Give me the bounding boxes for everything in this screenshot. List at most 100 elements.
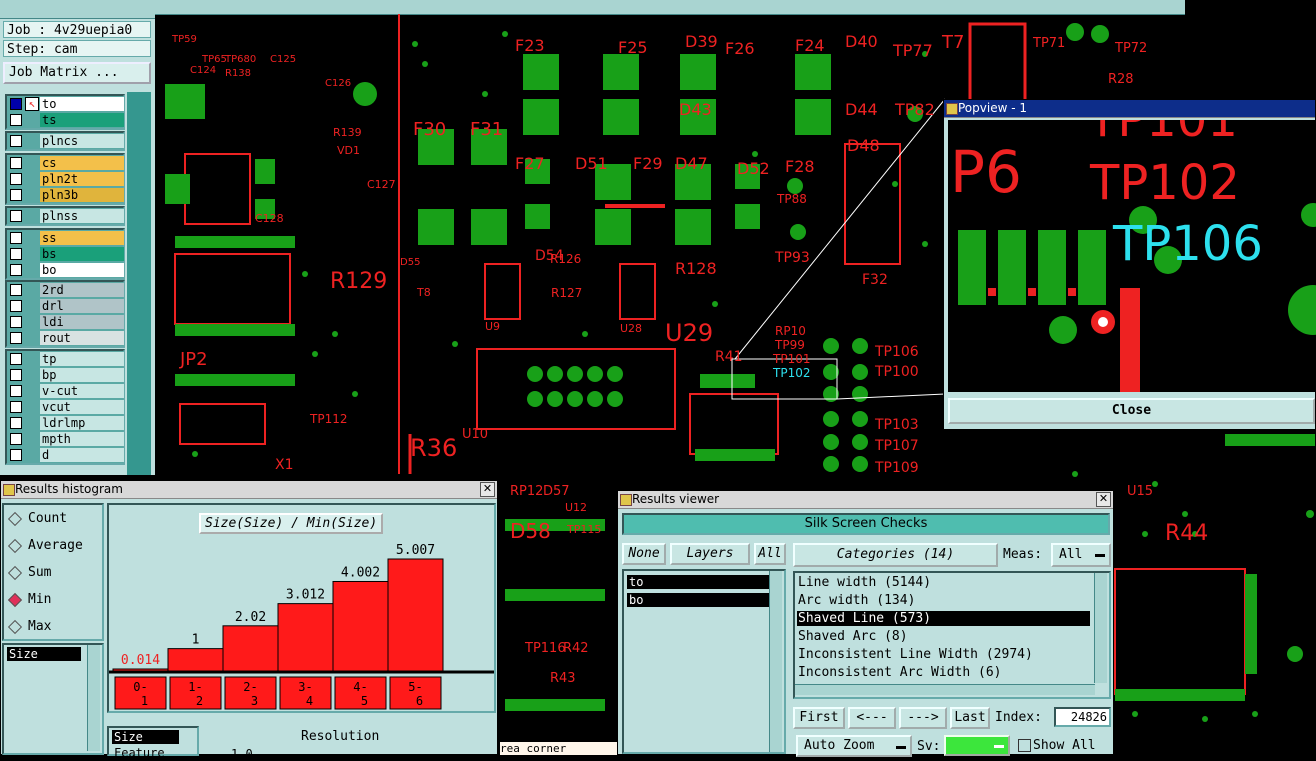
layer-list-item[interactable]: to [627, 575, 769, 589]
layer-checkbox[interactable] [10, 173, 22, 185]
layer-row-mpth[interactable]: mpth [7, 431, 124, 447]
popview-window[interactable]: Popview - 1 P6 TP101 TP102 TP106 Close [943, 99, 1316, 430]
layer-checkbox[interactable] [10, 248, 22, 260]
layer-row-ldi[interactable]: ldi [7, 314, 124, 330]
scrollbar[interactable] [1094, 573, 1107, 683]
layer-name[interactable]: mpth [40, 432, 124, 446]
layer-checkbox[interactable] [10, 369, 22, 381]
layer-checkbox[interactable] [10, 353, 22, 365]
layer-checkbox[interactable] [10, 300, 22, 312]
layer-checkbox[interactable] [10, 449, 22, 461]
window-menu-icon[interactable] [946, 103, 958, 115]
category-list-item[interactable]: Shaved Line (573) [797, 611, 1090, 626]
layer-checkbox[interactable] [10, 114, 22, 126]
layer-name[interactable]: ss [40, 231, 124, 245]
layer-checkbox[interactable] [10, 98, 22, 110]
layer-name[interactable]: tp [40, 352, 124, 366]
layer-name[interactable]: pln2t [40, 172, 124, 186]
category-list-item[interactable]: Arc width (134) [797, 593, 1090, 608]
layer-checkbox[interactable] [10, 264, 22, 276]
layer-name[interactable]: ldi [40, 315, 124, 329]
layers-none-button[interactable]: None [622, 543, 666, 565]
layer-name[interactable]: 2rd [40, 283, 124, 297]
category-list-item[interactable]: Inconsistent Line Width (2974) [797, 647, 1090, 662]
layer-row-2rd[interactable]: 2rd [7, 282, 124, 298]
layers-list[interactable]: to bo [622, 569, 786, 754]
show-all-checkbox[interactable] [1018, 739, 1031, 752]
layer-row-bo[interactable]: bo [7, 262, 124, 278]
popview-close-button[interactable]: Close [948, 398, 1315, 424]
radio-diamond-icon[interactable] [7, 619, 23, 635]
layers-button[interactable]: Layers [670, 543, 750, 565]
popview-titlebar[interactable]: Popview - 1 [944, 100, 1315, 118]
layer-row-d[interactable]: d [7, 447, 124, 463]
layer-checkbox[interactable] [10, 157, 22, 169]
job-matrix-button[interactable]: Job Matrix ... [3, 62, 151, 84]
auto-zoom-button[interactable]: Auto Zoom [796, 735, 912, 757]
layer-name[interactable]: ts [40, 113, 124, 127]
histogram-bottom-list[interactable]: Size Feature [107, 726, 199, 760]
next-button[interactable]: ---> [899, 707, 947, 729]
layer-row-plncs[interactable]: plncs [7, 133, 124, 149]
layer-checkbox[interactable] [10, 332, 22, 344]
first-button[interactable]: First [793, 707, 845, 729]
layer-name[interactable]: ldrlmp [40, 416, 124, 430]
layer-checkbox[interactable] [10, 401, 22, 413]
layer-name[interactable]: vcut [40, 400, 124, 414]
radio-diamond-icon[interactable] [7, 592, 23, 608]
layer-name[interactable]: bo [40, 263, 124, 277]
categories-list[interactable]: Line width (5144) Arc width (134) Shaved L… [793, 571, 1111, 699]
bottom-list-item[interactable]: Feature [112, 746, 165, 760]
layer-checkbox[interactable] [10, 316, 22, 328]
layer-row-bs[interactable]: bs [7, 246, 124, 262]
layer-name[interactable]: plnss [40, 209, 124, 223]
layer-row-v-cut[interactable]: v-cut [7, 383, 124, 399]
layer-row-to[interactable]: ↖ to [7, 96, 124, 112]
category-list-item[interactable]: Inconsistent Arc Width (6) [797, 665, 1090, 680]
radio-diamond-icon[interactable] [7, 565, 23, 581]
layer-name[interactable]: cs [40, 156, 124, 170]
radio-diamond-icon[interactable] [7, 538, 23, 554]
layers-all-button[interactable]: All [754, 543, 786, 565]
layer-row-tp[interactable]: tp [7, 351, 124, 367]
index-field[interactable]: 24826 [1054, 707, 1111, 727]
radio-diamond-icon[interactable] [7, 511, 23, 527]
layer-row-ss[interactable]: ss [7, 230, 124, 246]
scrollbar-horizontal[interactable] [795, 684, 1095, 695]
layer-checkbox[interactable] [10, 210, 22, 222]
window-menu-icon[interactable] [620, 494, 632, 506]
layer-checkbox[interactable] [10, 189, 22, 201]
layer-row-cs[interactable]: cs [7, 155, 124, 171]
layer-name[interactable]: v-cut [40, 384, 124, 398]
layer-row-rout[interactable]: rout [7, 330, 124, 346]
layer-row-bp[interactable]: bp [7, 367, 124, 383]
previous-button[interactable]: <--- [848, 707, 896, 729]
layer-checkbox[interactable] [10, 433, 22, 445]
layer-row-plnss[interactable]: plnss [7, 208, 124, 224]
histogram-field-list[interactable]: Size [2, 643, 104, 755]
layer-row-pln2t[interactable]: pln2t [7, 171, 124, 187]
layer-name[interactable]: drl [40, 299, 124, 313]
layer-list-item[interactable]: bo [627, 593, 769, 607]
layer-name[interactable]: bp [40, 368, 124, 382]
histogram-titlebar[interactable]: Results histogram ✕ [1, 481, 497, 499]
layer-row-ldrlmp[interactable]: ldrlmp [7, 415, 124, 431]
layer-name[interactable]: rout [40, 331, 124, 345]
layer-checkbox[interactable] [10, 385, 22, 397]
close-icon[interactable]: ✕ [1096, 492, 1111, 507]
layer-name[interactable]: d [40, 448, 124, 462]
layer-name[interactable]: pln3b [40, 188, 124, 202]
bottom-list-item[interactable]: Size [112, 730, 179, 744]
layer-name[interactable]: bs [40, 247, 124, 261]
layer-checkbox[interactable] [10, 135, 22, 147]
layer-row-pln3b[interactable]: pln3b [7, 187, 124, 203]
window-menu-icon[interactable] [3, 484, 15, 496]
layer-row-drl[interactable]: drl [7, 298, 124, 314]
results-viewer-titlebar[interactable]: Results viewer ✕ [618, 491, 1113, 509]
popview-canvas[interactable]: P6 TP101 TP102 TP106 [948, 120, 1316, 392]
category-list-item[interactable]: Shaved Arc (8) [797, 629, 1090, 644]
scrollbar[interactable] [769, 571, 782, 752]
last-button[interactable]: Last [950, 707, 990, 729]
close-icon[interactable]: ✕ [480, 482, 495, 497]
sv-color-dropdown[interactable] [944, 735, 1010, 756]
